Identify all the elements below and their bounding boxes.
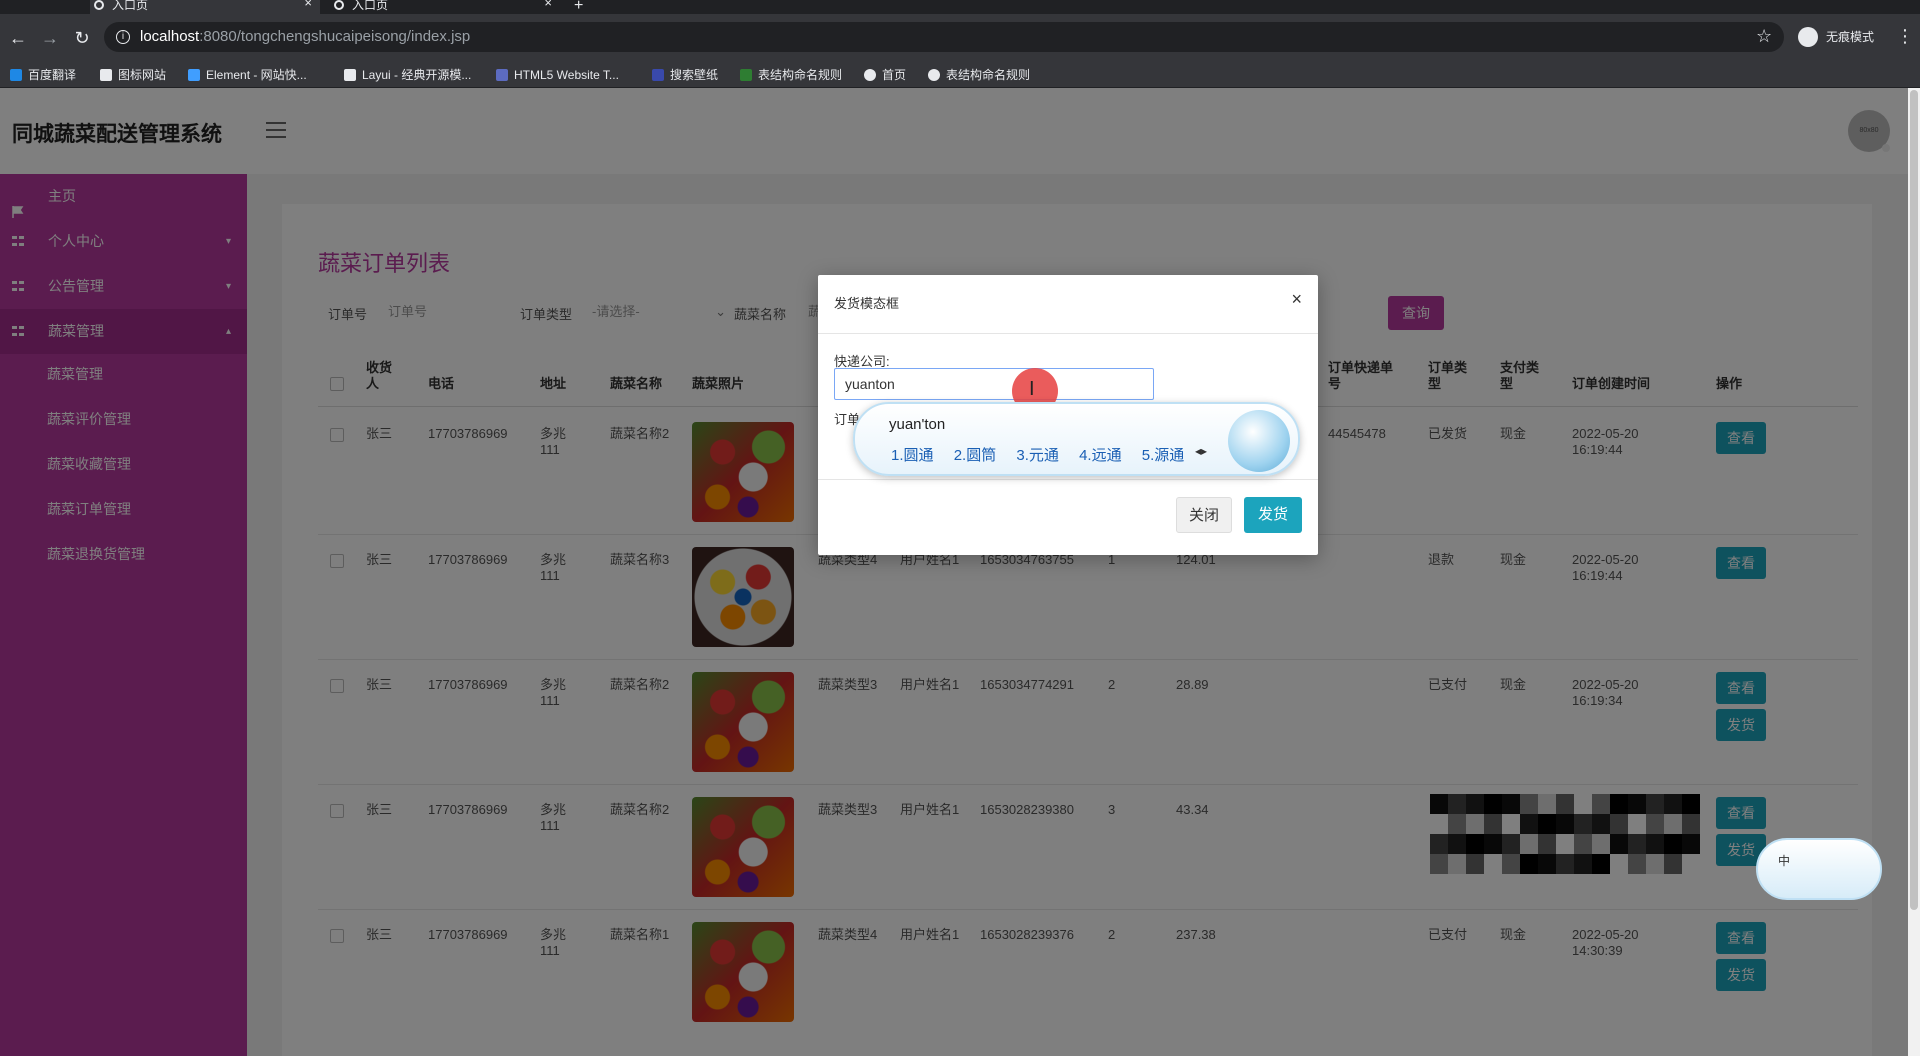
- incognito-label: 无痕模式: [1826, 30, 1875, 44]
- bookmark-star-icon[interactable]: ☆: [1756, 26, 1772, 47]
- bookmark-item[interactable]: 首页: [864, 66, 906, 84]
- ime-composition: yuan'ton: [889, 416, 946, 433]
- tab-close-icon[interactable]: ×: [304, 0, 312, 9]
- element-logo-icon: [188, 69, 200, 81]
- ime-status-bar[interactable]: 中: [1756, 838, 1882, 900]
- flag-icon: [100, 69, 112, 81]
- url-path: :8080/tongchengshucaipeisong/index.jsp: [199, 28, 471, 45]
- page-favicon-icon: [334, 0, 344, 10]
- bookmark-label: 首页: [882, 68, 907, 82]
- ime-skin-orb-icon: [1228, 410, 1290, 472]
- bookmark-item[interactable]: 表结构命名规则: [928, 66, 1030, 84]
- bookmark-item[interactable]: Element - 网站快...: [188, 66, 307, 84]
- modal-divider: [818, 479, 1318, 480]
- bookmark-item[interactable]: 百度翻译: [10, 66, 76, 84]
- ime-candidate[interactable]: 4.远通: [1079, 447, 1122, 464]
- modal-title: 发货模态框: [834, 296, 900, 311]
- ime-candidate[interactable]: 3.元通: [1016, 447, 1059, 464]
- close-button[interactable]: 关闭: [1176, 497, 1232, 533]
- courier-input[interactable]: yuanton: [834, 368, 1154, 400]
- modal-backdrop[interactable]: [0, 88, 1920, 1056]
- ime-mode-label: 中: [1778, 854, 1791, 868]
- bookmark-label: 百度翻译: [28, 68, 77, 82]
- bookmark-item[interactable]: HTML5 Website T...: [496, 66, 619, 84]
- ime-candidate-window: yuan'ton 1.圆通 2.圆筒 3.元通 4.远通 5.源通 ◂▸: [853, 402, 1300, 476]
- tab-title: 入口页: [352, 0, 389, 12]
- bookmark-item[interactable]: Layui - 经典开源模...: [344, 66, 471, 84]
- bookmark-favicon-icon: [10, 69, 22, 81]
- ime-candidate[interactable]: 5.源通: [1142, 447, 1185, 464]
- url-input[interactable]: i localhost:8080/tongchengshucaipeisong/…: [104, 22, 1784, 52]
- scrollbar-thumb[interactable]: [1910, 90, 1918, 910]
- back-arrow-icon[interactable]: ←: [6, 26, 30, 50]
- reload-icon[interactable]: ↻: [70, 26, 94, 50]
- incognito-icon: [1798, 27, 1818, 47]
- address-bar-area: ← → ↻ i localhost:8080/tongchengshucaipe…: [0, 14, 1920, 62]
- bookmark-label: 表结构命名规则: [758, 68, 843, 82]
- close-icon[interactable]: ×: [1291, 289, 1302, 310]
- ime-candidate[interactable]: 2.圆筒: [954, 447, 997, 464]
- page-favicon-icon: [94, 0, 104, 10]
- modal-divider: [818, 333, 1318, 334]
- globe-icon: [864, 69, 876, 81]
- page-scrollbar[interactable]: [1908, 88, 1920, 1056]
- globe-icon: [928, 69, 940, 81]
- new-tab-button[interactable]: +: [574, 0, 583, 15]
- bookmark-label: Element - 网站快...: [206, 68, 307, 82]
- html5-logo-icon: [496, 69, 508, 81]
- url-host: localhost: [140, 28, 200, 45]
- layui-logo-icon: [344, 69, 356, 81]
- site-info-icon[interactable]: i: [116, 30, 130, 44]
- tab-close-icon[interactable]: ×: [544, 0, 552, 9]
- ime-candidate[interactable]: 1.圆通: [891, 447, 934, 464]
- bookmark-item[interactable]: 表结构命名规则: [740, 66, 842, 84]
- browser-tab[interactable]: 入口页 ×: [330, 0, 560, 14]
- text-cursor-icon: I: [1029, 378, 1035, 400]
- incognito-badge[interactable]: 无痕模式: [1794, 24, 1884, 50]
- bookmark-label: 搜索壁纸: [670, 68, 719, 82]
- bookmarks-bar: 百度翻译 图标网站 Element - 网站快... Layui - 经典开源模…: [0, 62, 1920, 88]
- ship-confirm-button[interactable]: 发货: [1244, 497, 1302, 533]
- forward-arrow-icon[interactable]: →: [38, 26, 62, 50]
- bookmark-item[interactable]: 搜索壁纸: [652, 66, 718, 84]
- browser-menu-icon[interactable]: ⋮: [1896, 26, 1914, 47]
- wallpaper-logo-icon: [652, 69, 664, 81]
- bookmark-label: HTML5 Website T...: [514, 68, 619, 82]
- bookmark-item[interactable]: 图标网站: [100, 66, 166, 84]
- browser-tabstrip: 入口页 × 入口页 × +: [0, 0, 1920, 14]
- bookmark-label: 表结构命名规则: [946, 68, 1031, 82]
- ime-candidates: 1.圆通 2.圆筒 3.元通 4.远通 5.源通: [891, 444, 1200, 465]
- ime-page-arrows-icon[interactable]: ◂▸: [1195, 444, 1207, 458]
- bookmark-label: Layui - 经典开源模...: [362, 68, 472, 82]
- browser-tab[interactable]: 入口页 ×: [90, 0, 320, 14]
- bookmark-label: 图标网站: [118, 68, 167, 82]
- table-logo-icon: [740, 69, 752, 81]
- tab-title: 入口页: [112, 0, 149, 12]
